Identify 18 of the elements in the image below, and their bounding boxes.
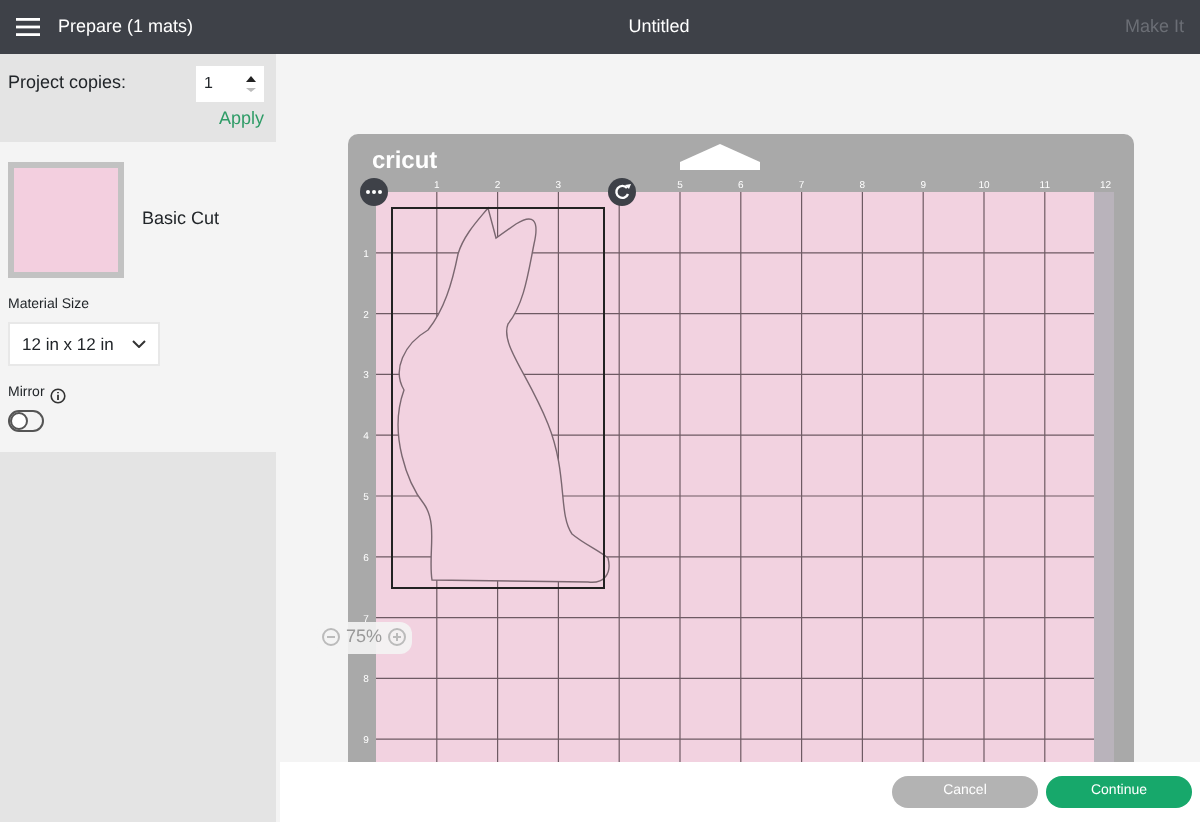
brand-logo: cricut [372,146,438,174]
info-icon[interactable] [49,387,66,403]
mat-label: Basic Cut [142,206,220,232]
chevron-down-icon [132,339,146,348]
rotate-icon[interactable] [608,178,636,206]
mat-tab-drawing [680,144,760,170]
document-title: Untitled [628,13,690,40]
menu-icon[interactable] [16,18,40,36]
material-size-select[interactable]: 12 in x 12 in [8,321,160,367]
page-title: Prepare (1 mats) [58,13,194,40]
zoom-level: 75% [346,624,383,650]
apply-link[interactable]: Apply [218,106,264,134]
copies-label: Project copies: [8,70,127,97]
mat-thumbnail[interactable] [8,161,124,278]
stepper-icon[interactable] [246,74,256,94]
more-options-icon[interactable] [360,178,388,206]
copies-input[interactable]: 1 [196,66,264,102]
mirror-toggle[interactable] [8,410,44,432]
